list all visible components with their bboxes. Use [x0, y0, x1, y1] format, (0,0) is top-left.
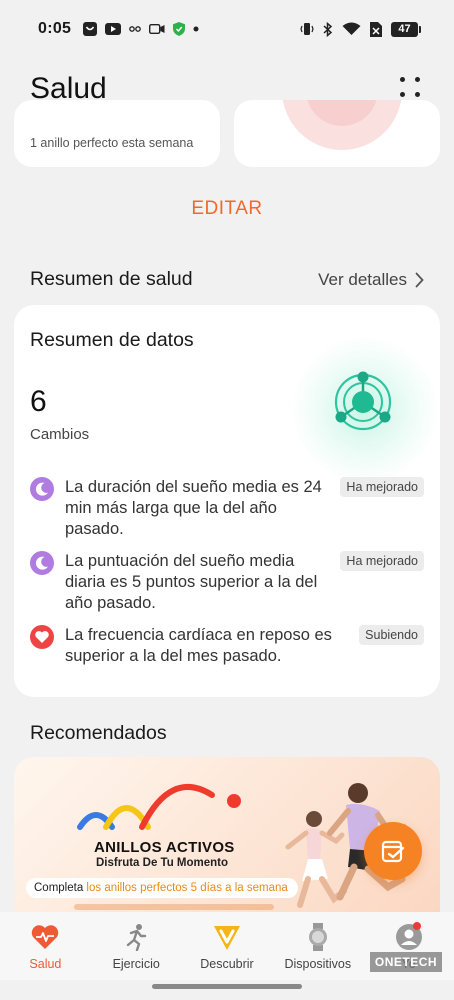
status-right-icons: 47 — [300, 21, 421, 37]
nav-label: Dispositivos — [284, 957, 352, 971]
watermark: ONETECH — [370, 952, 442, 972]
edit-button[interactable]: EDITAR — [0, 198, 454, 220]
status-bar: 0:05 47 — [0, 0, 454, 58]
data-network-icon — [334, 371, 392, 431]
vibrate-icon — [300, 23, 314, 35]
change-row[interactable]: La frecuencia cardíaca en reposo es supe… — [30, 625, 424, 667]
shield-icon — [173, 22, 186, 36]
no-sim-icon — [370, 21, 382, 37]
battery-level: 47 — [398, 23, 411, 35]
change-text: La puntuación del sueño media diaria es … — [65, 552, 318, 612]
vip-badge-icon — [213, 926, 240, 950]
watch-icon — [308, 923, 327, 951]
heart-pulse-icon — [32, 925, 59, 949]
card-illustration — [282, 100, 402, 150]
home-indicator[interactable] — [152, 984, 302, 989]
chevron-right-icon — [415, 272, 424, 287]
nav-label: Descubrir — [200, 957, 254, 971]
card-title: Resumen de datos — [30, 329, 194, 351]
activity-rings-card[interactable]: 1 anillo perfecto esta semana — [14, 100, 220, 167]
youtube-icon — [105, 23, 122, 35]
dot-icon — [415, 77, 420, 82]
heart-rate-card[interactable] — [234, 100, 440, 167]
heart-icon — [30, 625, 54, 649]
view-details-label: Ver detalles — [318, 269, 407, 289]
section-title: Resumen de salud — [30, 268, 193, 290]
nav-item-ejercicio[interactable]: Ejercicio — [91, 912, 182, 980]
dot-icon — [193, 26, 199, 32]
moon-icon — [30, 551, 54, 575]
dot-icon — [400, 92, 405, 97]
changes-label: Cambios — [30, 426, 90, 443]
edit-note-icon — [381, 840, 405, 863]
nav-item-dispositivos[interactable]: Dispositivos — [272, 912, 363, 980]
dot-icon — [400, 77, 405, 82]
moon-icon — [30, 477, 54, 501]
notification-app-icon — [83, 22, 98, 36]
recommended-header: Recomendados — [30, 722, 424, 745]
section-title: Recomendados — [30, 722, 167, 744]
link-icon — [129, 26, 142, 32]
activity-rings-logo — [77, 784, 241, 830]
change-text: La frecuencia cardíaca en reposo es supe… — [65, 626, 332, 665]
change-text: La duración del sueño media es 24 min má… — [65, 478, 322, 538]
health-summary-header: Resumen de salud Ver detalles — [30, 268, 424, 291]
dot-icon — [415, 92, 420, 97]
goal-highlight: los anillos perfectos 5 días a la semana — [86, 882, 288, 894]
nav-item-salud[interactable]: Salud — [0, 912, 91, 980]
changes-count: 6 — [30, 385, 47, 418]
nav-label: Salud — [29, 957, 62, 971]
battery-icon: 47 — [391, 21, 421, 37]
more-options-button[interactable] — [400, 77, 424, 101]
banner-goal-pill: Completa los anillos perfectos 5 días a … — [26, 878, 298, 898]
change-row[interactable]: La duración del sueño media es 24 min má… — [30, 477, 424, 540]
nav-label: Ejercicio — [112, 957, 160, 971]
data-summary-card[interactable]: Resumen de datos 6 Cambios La duración d… — [14, 305, 440, 697]
status-badge: Subiendo — [359, 625, 424, 645]
bluetooth-icon — [323, 21, 333, 37]
floating-action-button[interactable] — [364, 822, 422, 880]
view-details-link[interactable]: Ver detalles — [318, 270, 424, 290]
goal-prefix: Completa — [34, 882, 87, 894]
banner-subtitle: Disfruta De Tu Momento — [96, 857, 229, 869]
runner-icon — [126, 924, 147, 951]
status-left-icons — [83, 22, 199, 36]
faded-text-line — [74, 904, 274, 910]
wifi-icon — [342, 22, 361, 35]
banner-title: ANILLOS ACTIVOS — [94, 839, 235, 856]
status-badge: Ha mejorado — [340, 551, 424, 571]
video-icon — [149, 24, 165, 34]
status-badge: Ha mejorado — [340, 477, 424, 497]
change-row[interactable]: La puntuación del sueño media diaria es … — [30, 551, 424, 614]
status-time: 0:05 — [38, 20, 72, 37]
rings-summary-text: 1 anillo perfecto esta semana — [30, 136, 194, 150]
nav-item-descubrir[interactable]: Descubrir — [182, 912, 273, 980]
